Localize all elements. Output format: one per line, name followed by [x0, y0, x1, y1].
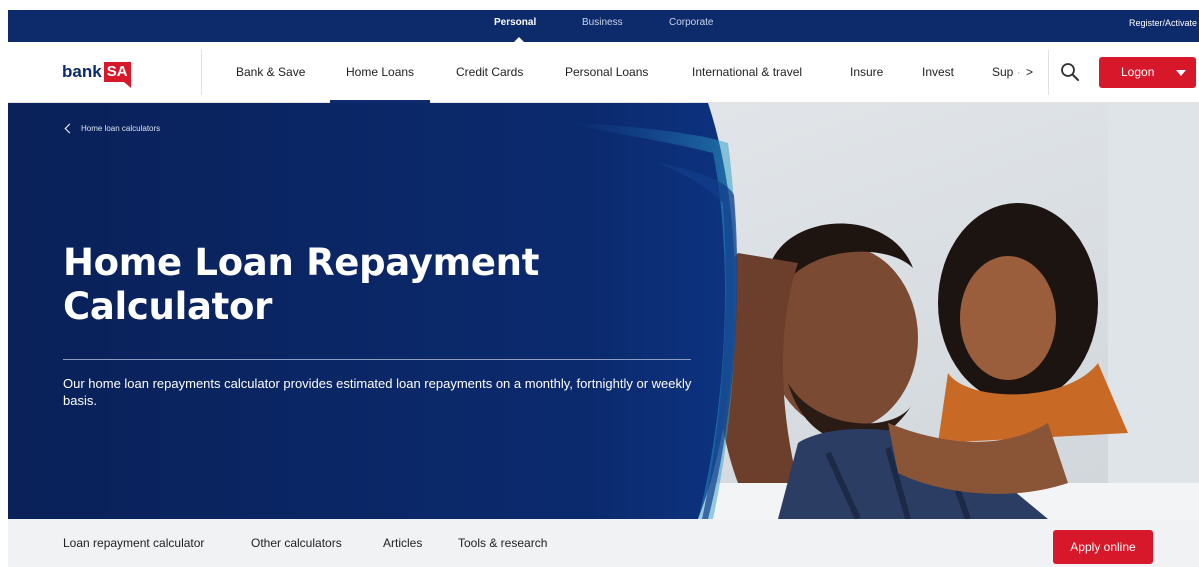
apply-online-button[interactable]: Apply online — [1053, 530, 1153, 564]
search-icon[interactable] — [1060, 62, 1080, 82]
hero-divider — [63, 359, 691, 360]
subnav-loan-repayment-calculator[interactable]: Loan repayment calculator — [63, 519, 204, 567]
nav-home-loans[interactable]: Home Loans — [329, 42, 431, 103]
hero-description: Our home loan repayments calculator prov… — [63, 376, 692, 408]
nav-divider — [1048, 50, 1049, 95]
page-subnav: Loan repayment calculator Other calculat… — [8, 519, 1199, 567]
chevron-left-icon — [64, 123, 75, 134]
nav-divider — [201, 50, 202, 95]
segment-corporate[interactable]: Corporate — [669, 10, 713, 42]
logon-label: Logon — [1121, 65, 1155, 79]
nav-support-truncated[interactable]: Sup · > — [992, 42, 1033, 103]
nav-credit-cards[interactable]: Credit Cards — [456, 42, 523, 103]
segment-business[interactable]: Business — [582, 10, 623, 42]
main-navigation: bank SA Bank & Save Home Loans Credit Ca… — [8, 42, 1199, 103]
logo-badge: SA — [103, 62, 131, 88]
subnav-tools-research[interactable]: Tools & research — [458, 519, 547, 567]
nav-insure[interactable]: Insure — [850, 42, 883, 103]
banksa-logo[interactable]: bank SA — [62, 58, 131, 88]
nav-invest[interactable]: Invest — [922, 42, 954, 103]
subnav-articles[interactable]: Articles — [383, 519, 422, 567]
nav-bank-save[interactable]: Bank & Save — [236, 42, 305, 103]
breadcrumb-link[interactable]: Home loan calculators — [81, 124, 160, 133]
chevron-down-icon — [1176, 70, 1186, 76]
subnav-other-calculators[interactable]: Other calculators — [251, 519, 342, 567]
breadcrumb[interactable]: Home loan calculators — [64, 123, 160, 134]
nav-support-label: Sup — [992, 65, 1014, 79]
segment-bar: Personal Business Corporate Register/Act… — [8, 10, 1199, 42]
chevron-right-icon[interactable]: > — [1026, 65, 1033, 79]
register-activate-link[interactable]: Register/Activate — [1129, 10, 1197, 42]
page-title: Home Loan Repayment Calculator — [63, 241, 540, 328]
logo-wordmark: bank — [62, 62, 102, 81]
nav-international-travel[interactable]: International & travel — [692, 42, 802, 103]
hero-banner: Home loan calculators Home Loan Repaymen… — [8, 103, 1199, 519]
logon-button[interactable]: Logon — [1099, 57, 1196, 88]
nav-personal-loans[interactable]: Personal Loans — [565, 42, 648, 103]
